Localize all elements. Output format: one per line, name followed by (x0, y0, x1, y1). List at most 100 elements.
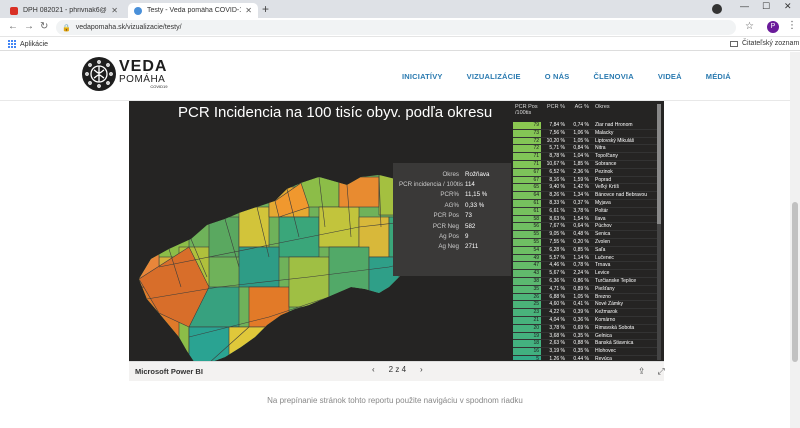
column-header[interactable]: Okres (591, 104, 657, 122)
table-cell: 3,78 % (573, 207, 589, 214)
table-cell: Banská Štiavnica (595, 340, 634, 347)
window-close-icon[interactable]: ✕ (784, 1, 792, 12)
table-cell: 10,67 % (546, 160, 565, 167)
tooltip-value: 73 (465, 212, 472, 220)
column-header[interactable]: PCR % (541, 104, 567, 122)
share-icon[interactable]: ⇪ (638, 366, 646, 377)
table-row[interactable]: 25 4,60 % 0,41 % Nové Zámky (513, 301, 657, 310)
table-row[interactable]: 43 5,67 % 2,24 % Levice (513, 270, 657, 278)
profile-avatar[interactable]: P (767, 21, 779, 33)
tab-gmail[interactable]: DPH 082021 - phrivnak6@gmail.c ✕ (4, 3, 124, 18)
page-indicator: 2 z 4 (388, 365, 407, 374)
table-row[interactable]: 49 5,57 % 1,14 % Lučenec (513, 254, 657, 263)
table-row[interactable]: 19 3,68 % 0,35 % Gelnica (513, 332, 657, 341)
district-table[interactable]: PCR Pos /100tis PCR % AG % Okres 79 7,84 … (513, 104, 661, 360)
minimize-icon[interactable]: — (740, 1, 749, 11)
table-row[interactable]: 64 8,26 % 1,34 % Bánovce nad Bebravou (513, 192, 657, 200)
back-icon[interactable]: ← (8, 21, 18, 32)
table-row[interactable]: 16 3,19 % 0,35 % Hlohovec (513, 348, 657, 356)
powerbi-footer-bar: Microsoft Power BI ‹ 2 z 4 › ⇪ ⤢ (129, 361, 665, 381)
table-row[interactable]: 79 7,84 % 0,74 % Žiar nad Hronom (513, 122, 657, 130)
reload-icon[interactable]: ↻ (40, 21, 48, 32)
table-row[interactable]: 21 4,04 % 0,36 % Komárno (513, 316, 657, 325)
table-cell: 67 (513, 176, 541, 184)
table-cell: 61 (513, 199, 541, 207)
menu-icon[interactable]: ⋮ (787, 20, 797, 31)
lock-icon: 🔒 (62, 24, 71, 32)
table-cell: Turčianske Teplice (595, 277, 637, 284)
table-row[interactable]: 23 4,22 % 0,39 % Kežmarok (513, 309, 657, 317)
table-cell: 6,36 % (549, 277, 565, 284)
table-row[interactable]: 72 10,20 % 1,05 % Liptovský Mikuláš (513, 137, 657, 146)
close-icon[interactable]: ✕ (111, 6, 118, 15)
scrollbar-thumb[interactable] (657, 104, 661, 224)
table-row[interactable]: 61 6,61 % 3,78 % Poltár (513, 207, 657, 216)
site-logo[interactable]: VEDA POMÁHA COVID19 (82, 57, 167, 91)
table-row[interactable]: 20 3,78 % 0,69 % Rimavská Sobota (513, 324, 657, 333)
column-header[interactable]: PCR Pos /100tis (513, 104, 541, 122)
table-row[interactable]: 55 9,05 % 0,48 % Senica (513, 231, 657, 239)
apps-button[interactable]: Aplikácie (8, 40, 48, 48)
table-row[interactable]: 26 6,88 % 1,05 % Brezno (513, 293, 657, 302)
table-row[interactable]: 67 6,52 % 2,36 % Pezinok (513, 168, 657, 177)
table-row[interactable]: 73 7,56 % 1,06 % Malacky (513, 129, 657, 138)
table-cell: Gelnica (595, 332, 612, 339)
page-scrollbar[interactable] (790, 52, 800, 428)
table-row[interactable]: 65 9,40 % 1,42 % Veľký Krtíš (513, 184, 657, 193)
table-row[interactable]: 56 7,67 % 0,64 % Púchov (513, 223, 657, 232)
table-scrollbar[interactable] (657, 104, 661, 360)
powerbi-label[interactable]: Microsoft Power BI (135, 367, 203, 376)
table-row[interactable]: 47 4,46 % 0,78 % Trnava (513, 262, 657, 271)
next-page-icon[interactable]: › (420, 365, 423, 374)
table-cell: 1,59 % (573, 176, 589, 183)
table-cell: 3,19 % (549, 348, 565, 355)
table-row[interactable]: 54 6,28 % 0,85 % Šaľa (513, 246, 657, 255)
nav-clenovia[interactable]: ČLENOVIA (593, 72, 633, 81)
table-cell: 21 (513, 316, 541, 324)
table-row[interactable]: 61 8,33 % 0,37 % Myjava (513, 199, 657, 208)
table-cell: Ilava (595, 215, 606, 222)
table-cell: 2,63 % (549, 340, 565, 347)
table-row[interactable]: 71 10,67 % 1,85 % Sobrance (513, 160, 657, 169)
tab-testy[interactable]: Testy - Veda pomáha COVID-19 ✕ (128, 3, 258, 18)
table-row[interactable]: 58 8,63 % 1,54 % Ilava (513, 215, 657, 224)
table-cell: 0,37 % (573, 199, 589, 206)
table-cell: 0,20 % (573, 238, 589, 245)
column-header[interactable]: AG % (567, 104, 591, 122)
nav-media[interactable]: MÉDIÁ (706, 72, 731, 81)
table-cell: 1,42 % (573, 184, 589, 191)
reading-list-button[interactable]: Čitateľský zoznam (730, 40, 799, 47)
table-cell: Žiar nad Hronom (595, 122, 633, 128)
close-icon[interactable]: ✕ (245, 6, 252, 15)
table-cell: 1,05 % (573, 137, 589, 144)
table-row[interactable]: 38 6,36 % 0,86 % Turčianske Teplice (513, 277, 657, 286)
table-cell: 67 (513, 168, 541, 176)
table-row[interactable]: 5 1,26 % 0,44 % Revúca (513, 355, 657, 360)
table-cell: 0,35 % (573, 348, 589, 355)
table-cell: 4,04 % (549, 316, 565, 323)
address-bar[interactable]: 🔒 vedapomaha.sk/vizualizacie/testy/ (56, 20, 736, 35)
new-tab-button[interactable]: + (262, 2, 269, 16)
table-row[interactable]: 35 4,71 % 0,89 % Piešťany (513, 285, 657, 294)
table-row[interactable]: 55 7,55 % 0,20 % Zvolen (513, 238, 657, 247)
table-cell: 6,61 % (549, 207, 565, 214)
nav-iniciativy[interactable]: INICIATÍVY (402, 72, 443, 81)
table-row[interactable]: 67 8,16 % 1,59 % Poprad (513, 176, 657, 185)
media-control-icon[interactable] (712, 4, 722, 14)
forward-icon[interactable]: → (24, 21, 34, 32)
prev-page-icon[interactable]: ‹ (372, 365, 375, 374)
nav-vizualizacie[interactable]: VIZUALIZÁCIE (467, 72, 521, 81)
table-cell: 4,71 % (549, 285, 565, 292)
table-cell: 6,88 % (549, 293, 565, 300)
fullscreen-icon[interactable]: ⤢ (658, 366, 665, 377)
tooltip-key: PCR incidencia / 100tis (399, 181, 463, 189)
nav-o-nas[interactable]: O NÁS (545, 72, 570, 81)
nav-videa[interactable]: VIDEÁ (658, 72, 682, 81)
table-cell: 2,24 % (573, 270, 589, 277)
bookmark-star-icon[interactable]: ☆ (745, 21, 754, 32)
table-row[interactable]: 72 5,71 % 0,84 % Nitra (513, 145, 657, 154)
scrollbar-thumb[interactable] (792, 202, 798, 362)
maximize-icon[interactable]: ☐ (762, 1, 770, 12)
table-row[interactable]: 18 2,63 % 0,88 % Banská Štiavnica (513, 340, 657, 349)
table-row[interactable]: 71 8,78 % 1,04 % Topoľčany (513, 153, 657, 161)
